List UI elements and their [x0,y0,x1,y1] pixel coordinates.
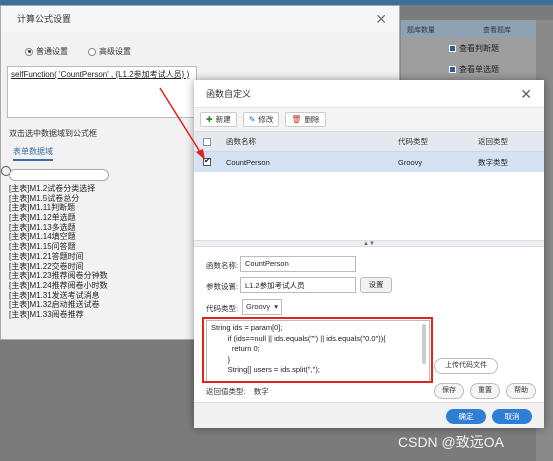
upload-code-file-button[interactable]: 上传代码文件 [434,358,498,374]
background-row: 查看判断题 [449,41,499,55]
field-list-item[interactable]: [主表]M1.32启动推送试卷 [9,300,195,310]
param-label: 参数设置: [206,282,239,291]
field-list-item[interactable]: [主表]M1.11判断题 [9,203,195,213]
table-row[interactable]: CountPerson Groovy 数字类型 [194,152,544,172]
name-label: 函数名称: [206,261,239,270]
radio-checked-icon [25,47,33,56]
function-name-input[interactable]: CountPerson [240,256,356,272]
checkbox-icon [449,44,456,52]
hint-text: 双击选中数据域到公式框 [9,129,97,138]
button-label: 修改 [258,115,274,124]
trash-icon: 🗑 [291,115,302,124]
watermark-text: CSDN @致远OA [398,434,504,450]
cell-name: CountPerson [226,157,270,167]
column-header-code-type: 代码类型 [398,137,428,146]
new-button[interactable]: ✚ 新建 [200,112,237,127]
select-all-checkbox[interactable] [203,137,211,146]
return-type-row: 返回值类型: 数字 [206,386,269,397]
field-list-item[interactable]: [主表]M1.14填空题 [9,232,195,242]
advanced-mode-radio[interactable]: 高级设置 [88,46,131,57]
param-input[interactable]: L1.2参加考试人员 [240,277,356,293]
dialog-title-bar: 计算公式设置 ✕ [1,6,399,32]
edit-icon: ✎ [248,115,256,124]
row-checkbox[interactable] [203,156,211,166]
ok-button[interactable]: 确定 [446,409,486,424]
field-list-item[interactable]: [主表]M1.23推荐阅卷分钟数 [9,271,195,281]
dialog-title: 函数自定义 [206,89,252,99]
field-list-item[interactable]: [主表]M1.33阅卷推荐 [9,310,195,320]
normal-mode-radio[interactable]: 普通设置 [25,46,68,57]
field-list-item[interactable]: [主表]M1.24推荐阅卷小时数 [9,281,195,291]
row-link[interactable]: 查看判断题 [459,43,499,54]
column-header-return-type: 返回类型 [478,137,508,146]
radio-label: 普通设置 [36,47,68,56]
delete-button[interactable]: 🗑 删除 [285,112,326,127]
checkbox-icon [449,65,456,73]
code-type-label: 代码类型: [206,304,239,313]
save-button[interactable]: 保存 [434,383,464,399]
param-setting-button[interactable]: 设置 [360,277,392,293]
field-list-item[interactable]: [主表]M1.31发送考试消息 [9,291,195,301]
close-icon[interactable]: ✕ [375,12,387,26]
formula-text: selfFunction( 'CountPerson' , {L1.2参加考试人… [11,70,190,79]
field-list: [主表]M1.2试卷分类选择 [主表]M1.5试卷总分 [主表]M1.11判断题 [主… [9,184,195,320]
field-list-item[interactable]: [主表]M1.2试卷分类选择 [9,184,195,194]
toolbar: ✚ 新建 ✎ 修改 🗑 删除 [194,108,544,132]
edit-button[interactable]: ✎ 修改 [242,112,280,127]
button-label: 新建 [215,115,231,124]
function-table-header: 函数名称 代码类型 返回类型 [194,132,544,152]
background-row: 查看单选题 [449,62,499,76]
field-list-item[interactable]: [主表]M1.21答题时间 [9,252,195,262]
radio-unchecked-icon [88,47,96,56]
dropdown-arrow-icon: ▾ [274,302,278,311]
highlight-annotation [202,317,433,383]
cell-return-type: 数字类型 [478,157,508,167]
column-header-name: 函数名称 [226,137,256,146]
field-list-item[interactable]: [主表]M1.15问答题 [9,242,195,252]
field-list-item[interactable]: [主表]M1.13多选题 [9,223,195,233]
dialog-footer: 确定 取消 [194,402,544,428]
column-header: 题库数量 [407,27,435,34]
field-list-item[interactable]: [主表]M1.5试卷总分 [9,194,195,204]
field-list-item[interactable]: [主表]M1.12单选题 [9,213,195,223]
background-table-header: 题库数量 查看题库 [401,20,553,38]
dialog-title-bar: 函数自定义 ✕ [194,80,544,108]
cell-code-type: Groovy [398,157,423,167]
button-label: 删除 [304,115,320,124]
tab-form-fields[interactable]: 表单数据域 [13,146,53,161]
code-type-select[interactable]: Groovy ▾ [242,299,282,315]
formula-textarea[interactable]: selfFunction( 'CountPerson' , {L1.2参加考试人… [7,66,197,118]
field-list-item[interactable]: [主表]M1.22交卷时间 [9,262,195,272]
mode-radio-group: 普通设置 高级设置 [25,46,131,57]
return-label: 返回值类型: [206,387,246,396]
radio-label: 高级设置 [99,47,131,56]
return-value: 数字 [253,387,269,396]
close-icon[interactable]: ✕ [520,80,532,108]
dialog-title: 计算公式设置 [17,14,72,24]
field-search-input[interactable] [9,169,109,181]
help-button[interactable]: 帮助 [506,383,536,399]
splitter-handle[interactable]: ▲▼ [194,240,544,247]
row-link[interactable]: 查看单选题 [459,64,499,75]
cancel-button[interactable]: 取消 [492,409,532,424]
table-empty-area [194,172,544,240]
reset-button[interactable]: 重置 [470,383,500,399]
plus-icon: ✚ [206,115,213,124]
select-value: Groovy [246,302,271,311]
